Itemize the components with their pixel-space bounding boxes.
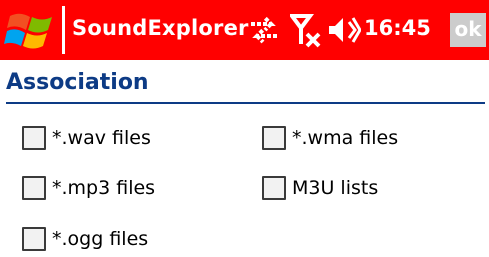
title-separator <box>62 6 65 54</box>
sound-explorer-screen: SoundExplorer 16:45 ok Association *.wav… <box>0 0 489 257</box>
checkbox-wav-files[interactable]: *.wav files <box>22 121 151 155</box>
windows-start-icon[interactable] <box>4 8 56 52</box>
checkbox-wma-files[interactable]: *.wma files <box>262 121 398 155</box>
checkbox-mp3-files[interactable]: *.mp3 files <box>22 171 155 205</box>
checkbox-label: *.wav files <box>52 127 151 149</box>
checkbox-label: M3U lists <box>292 177 379 199</box>
checkbox-box[interactable] <box>22 227 46 251</box>
section-title: Association <box>6 70 149 95</box>
checkbox-label: *.wma files <box>292 127 399 149</box>
checkbox-ogg-files[interactable]: *.ogg files <box>22 222 148 256</box>
checkbox-label: *.ogg files <box>52 228 149 250</box>
app-title: SoundExplorer <box>72 16 249 40</box>
checkbox-m3u-lists[interactable]: M3U lists <box>262 171 378 205</box>
ok-button[interactable]: ok <box>450 13 486 47</box>
checkbox-label: *.mp3 files <box>52 177 156 199</box>
clock: 16:45 <box>364 16 431 40</box>
speaker-icon[interactable] <box>327 10 361 50</box>
checkbox-box[interactable] <box>22 176 46 200</box>
checkbox-box[interactable] <box>262 126 286 150</box>
title-bar: SoundExplorer 16:45 ok <box>0 0 489 60</box>
signal-off-icon[interactable] <box>290 10 322 50</box>
section-divider <box>6 102 485 104</box>
checkbox-box[interactable] <box>262 176 286 200</box>
connectivity-arrows-icon[interactable] <box>247 10 281 50</box>
checkbox-box[interactable] <box>22 126 46 150</box>
